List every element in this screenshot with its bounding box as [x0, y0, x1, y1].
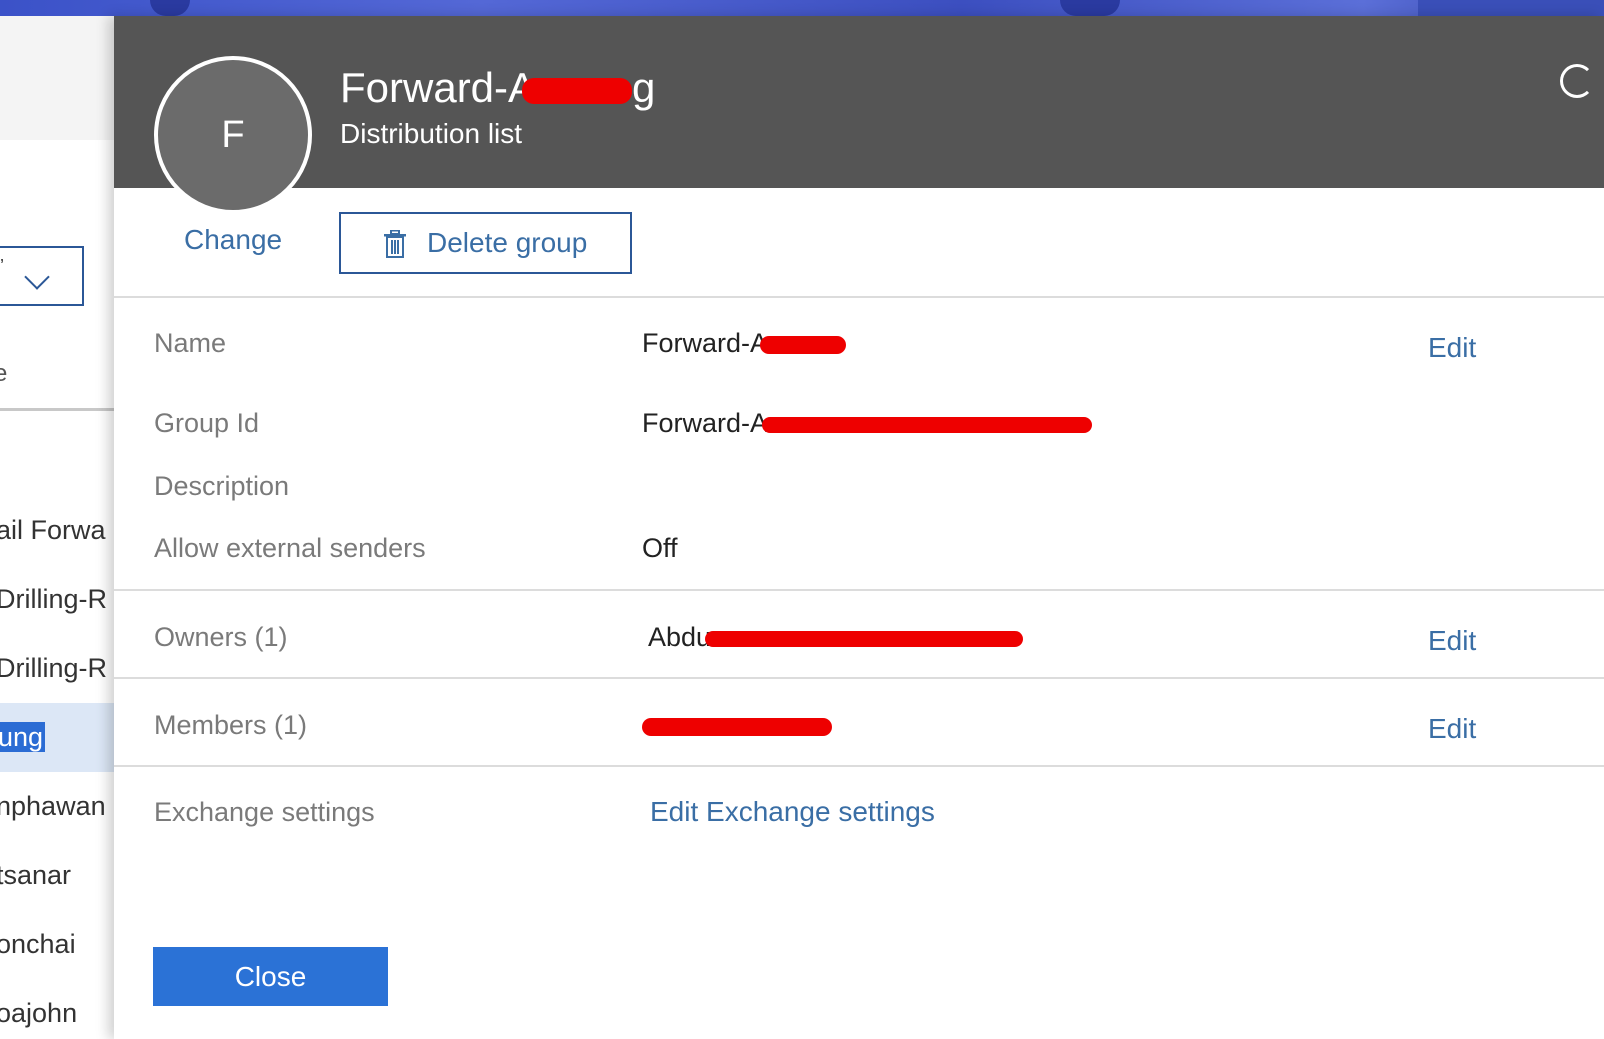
- refresh-icon[interactable]: [1560, 64, 1594, 98]
- dropdown-text-fragment: ’: [0, 256, 4, 276]
- edit-exchange-settings-link[interactable]: Edit Exchange settings: [650, 796, 935, 828]
- trash-icon: [384, 230, 406, 258]
- panel-header: Forward-A g Distribution list: [114, 16, 1604, 188]
- edit-members-link[interactable]: Edit: [1428, 713, 1476, 745]
- group-title: Forward-A g: [340, 64, 656, 111]
- list-item[interactable]: Drilling-R: [0, 634, 120, 703]
- group-type: Distribution list: [340, 118, 523, 149]
- delete-group-label: Delete group: [427, 227, 588, 258]
- delete-group-button[interactable]: Delete group: [339, 212, 632, 274]
- divider: [114, 296, 1604, 298]
- divider: [114, 677, 1604, 679]
- redaction-mark: [642, 717, 832, 736]
- background-filter-dropdown[interactable]: ’: [0, 246, 84, 306]
- redaction-mark: [760, 335, 847, 354]
- name-label: Name: [154, 328, 227, 358]
- members-label: Members (1): [154, 710, 308, 740]
- background-header: [0, 16, 120, 140]
- edit-name-link[interactable]: Edit: [1428, 332, 1476, 364]
- exchange-settings-label: Exchange settings: [154, 797, 375, 827]
- members-value: [642, 710, 832, 741]
- redaction-mark: [762, 416, 1093, 433]
- group-id-label: Group Id: [154, 408, 260, 438]
- allow-external-senders-value: Off: [642, 533, 678, 563]
- description-label: Description: [154, 471, 290, 501]
- divider: [114, 765, 1604, 767]
- redaction-mark: [522, 77, 633, 104]
- background-photo-strip: [0, 0, 1604, 16]
- list-item[interactable]: nphawan: [0, 772, 120, 841]
- allow-external-senders-label: Allow external senders: [154, 533, 426, 563]
- list-item[interactable]: oajohn: [0, 979, 120, 1039]
- redaction-mark: [705, 630, 1024, 647]
- chevron-down-icon: [24, 264, 50, 290]
- list-item[interactable]: ail Forwa: [0, 496, 120, 565]
- list-item-selected[interactable]: ung: [0, 703, 120, 772]
- avatar: F: [154, 56, 312, 214]
- background-page: ’ e ail Forwa Drilling-R Drilling-R ung …: [0, 16, 120, 1039]
- owners-value: Abdu: [648, 622, 1024, 653]
- list-item[interactable]: tsanar: [0, 841, 120, 910]
- name-value: Forward-A: [642, 328, 847, 359]
- background-group-list: ail Forwa Drilling-R Drilling-R ung npha…: [0, 496, 120, 1039]
- list-item[interactable]: Drilling-R: [0, 565, 120, 634]
- close-button[interactable]: Close: [153, 947, 388, 1006]
- group-details-panel: Forward-A g Distribution list F Change De…: [114, 16, 1604, 1039]
- background-column-header: e: [0, 360, 8, 387]
- background-divider: [0, 408, 120, 411]
- list-item[interactable]: onchai: [0, 910, 120, 979]
- owners-label: Owners (1): [154, 622, 288, 652]
- change-avatar-link[interactable]: Change: [184, 224, 282, 256]
- edit-owners-link[interactable]: Edit: [1428, 625, 1476, 657]
- divider: [114, 589, 1604, 591]
- group-id-value: Forward-A: [642, 408, 1093, 439]
